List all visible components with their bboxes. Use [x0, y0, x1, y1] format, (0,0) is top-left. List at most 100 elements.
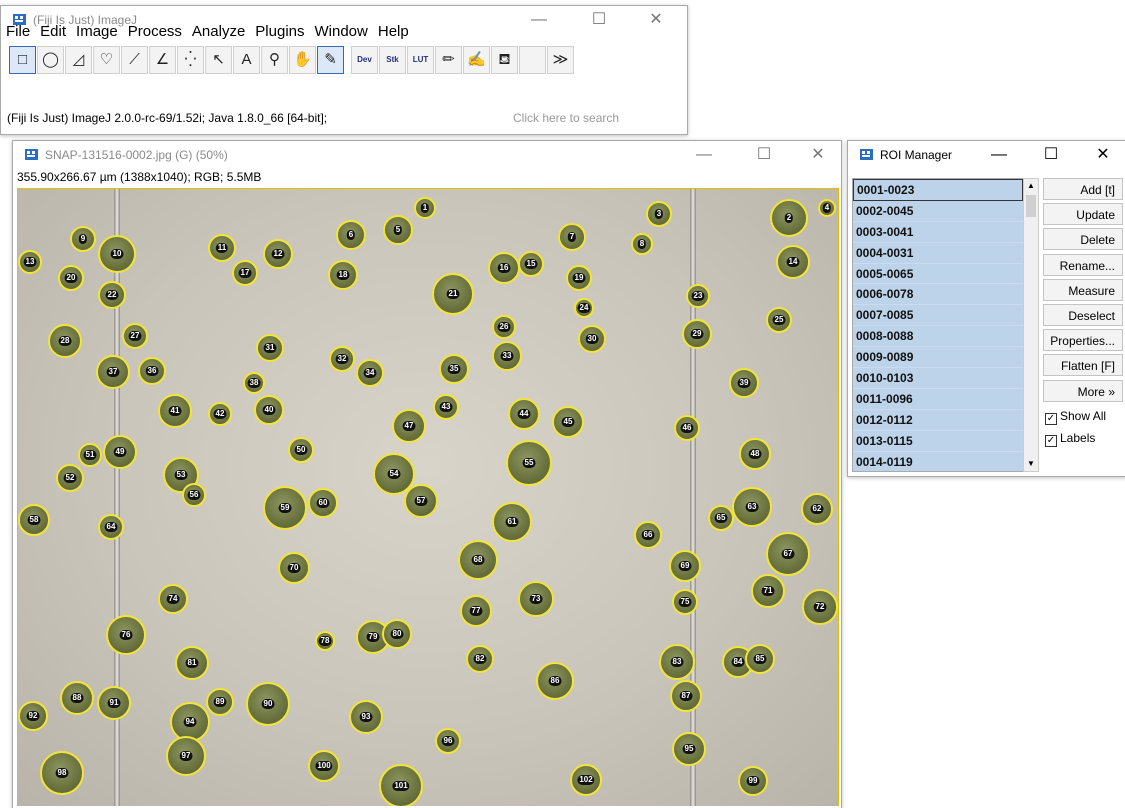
roi-cell[interactable]: 100 [308, 750, 340, 782]
roi-cell[interactable]: 26 [492, 315, 516, 339]
roi-list-item[interactable]: 0003-0041 [853, 221, 1023, 243]
color-picker-icon[interactable]: ✎ [317, 46, 344, 74]
roi-cell[interactable]: 88 [60, 681, 94, 715]
pencil-tool-icon[interactable]: ✏ [435, 46, 462, 74]
roi-cell[interactable]: 62 [801, 493, 833, 525]
roi-cell[interactable]: 1 [414, 197, 436, 219]
roi-cell[interactable]: 52 [56, 464, 84, 492]
rename-button[interactable]: Rename... [1043, 253, 1123, 276]
roi-list-item[interactable]: 0009-0089 [853, 347, 1023, 369]
rectangle-tool-icon[interactable]: □ [9, 46, 36, 74]
freehand-tool-icon[interactable]: ♡ [93, 46, 120, 74]
roi-cell[interactable]: 87 [670, 680, 702, 712]
wand-tool-icon[interactable]: ↖ [205, 46, 232, 74]
roi-cell[interactable]: 92 [18, 701, 48, 731]
roi-cell[interactable]: 30 [578, 325, 606, 353]
roi-cell[interactable]: 73 [518, 581, 554, 617]
roi-cell[interactable]: 25 [766, 307, 792, 333]
roi-cell[interactable]: 28 [48, 324, 82, 358]
roi-cell[interactable]: 41 [158, 394, 192, 428]
close-button[interactable]: ✕ [1080, 141, 1125, 169]
search-field[interactable]: Click here to search [513, 108, 673, 128]
angle-tool-icon[interactable]: ∠ [149, 46, 176, 74]
roi-cell[interactable]: 59 [263, 486, 307, 530]
menu-plugins[interactable]: Plugins [250, 21, 309, 43]
roi-cell[interactable]: 23 [686, 284, 710, 308]
properties-button[interactable]: Properties... [1043, 329, 1123, 352]
roi-cell[interactable]: 68 [458, 540, 498, 580]
roi-cell[interactable]: 35 [439, 354, 469, 384]
add-button[interactable]: Add [t] [1043, 178, 1123, 200]
roi-cell[interactable]: 99 [738, 766, 768, 796]
roi-cell[interactable]: 75 [672, 589, 698, 615]
roi-cell[interactable]: 24 [574, 298, 594, 318]
roi-cell[interactable]: 77 [460, 595, 492, 627]
roi-cell[interactable]: 47 [392, 409, 426, 443]
roi-cell[interactable]: 70 [278, 552, 310, 584]
roi-cell[interactable]: 97 [166, 736, 206, 776]
maximize-button[interactable]: ☐ [576, 6, 622, 34]
roi-cell[interactable]: 7 [558, 223, 586, 251]
roi-cell[interactable]: 34 [356, 359, 384, 387]
roi-list[interactable]: 0001-0023 0002-0045 0003-0041 0004-0031 0005… [852, 178, 1024, 472]
roi-cell[interactable]: 49 [103, 435, 137, 469]
hand-tool-icon[interactable]: ✋ [289, 46, 316, 74]
roi-cell[interactable]: 89 [206, 688, 234, 716]
close-button[interactable]: ✕ [633, 6, 679, 34]
roi-cell[interactable]: 31 [256, 334, 284, 362]
polygon-tool-icon[interactable]: ◿ [65, 46, 92, 74]
roi-cell[interactable]: 16 [488, 252, 520, 284]
image-canvas[interactable]: 1 2 3 4 5 6 7 8 9 10 11 12 13 14 15 16 17 18 19 20 21 22 23 24 2… [17, 188, 839, 806]
roi-cell[interactable]: 17 [232, 260, 258, 286]
roi-cell[interactable]: 4 [818, 199, 836, 217]
scroll-up-icon[interactable]: ▲ [1026, 181, 1036, 191]
roi-cell[interactable]: 44 [508, 398, 540, 430]
lut-menu-icon[interactable]: LUT [407, 46, 434, 74]
roi-cell[interactable]: 69 [669, 550, 701, 582]
minimize-button[interactable]: — [681, 141, 727, 169]
flood-fill-icon[interactable]: ⛾ [491, 46, 518, 74]
flatten-button[interactable]: Flatten [F] [1043, 354, 1123, 377]
image-titlebar[interactable]: SNAP-131516-0002.jpg (G) (50%) — ☐ ✕ [13, 141, 841, 169]
roi-cell[interactable]: 43 [433, 394, 459, 420]
stk-menu-icon[interactable]: Stk [379, 46, 406, 74]
roi-cell[interactable]: 19 [566, 265, 592, 291]
line-tool-icon[interactable]: ⟋ [121, 46, 148, 74]
more-tools-icon[interactable]: ≫ [547, 46, 574, 74]
roi-cell[interactable]: 91 [97, 686, 131, 720]
roi-cell[interactable]: 32 [329, 346, 355, 372]
roi-cell[interactable]: 13 [18, 250, 42, 274]
roi-cell[interactable]: 38 [243, 372, 265, 394]
roi-cell[interactable]: 72 [802, 589, 838, 625]
menu-process[interactable]: Process [123, 21, 187, 43]
roi-cell[interactable]: 21 [432, 273, 474, 315]
roi-cell[interactable]: 76 [106, 615, 146, 655]
roi-cell[interactable]: 85 [745, 644, 775, 674]
dev-menu-icon[interactable]: Dev [351, 46, 378, 74]
roi-cell[interactable]: 18 [328, 260, 358, 290]
roi-cell[interactable]: 12 [263, 239, 293, 269]
roi-cell[interactable]: 15 [518, 251, 544, 277]
roi-cell[interactable]: 50 [288, 437, 314, 463]
roi-list-item[interactable]: 0013-0115 [853, 430, 1023, 452]
roi-cell[interactable]: 67 [766, 532, 810, 576]
measure-button[interactable]: Measure [1043, 278, 1123, 301]
zoom-tool-icon[interactable]: ⚲ [261, 46, 288, 74]
roi-cell[interactable]: 55 [506, 440, 552, 486]
roi-cell[interactable]: 65 [708, 505, 734, 531]
roi-cell[interactable]: 57 [404, 484, 438, 518]
scroll-down-icon[interactable]: ▼ [1026, 459, 1036, 469]
roi-cell[interactable]: 71 [751, 574, 785, 608]
deselect-button[interactable]: Deselect [1043, 303, 1123, 326]
roi-cell[interactable]: 95 [672, 732, 706, 766]
roi-cell[interactable]: 36 [138, 357, 166, 385]
roi-cell[interactable]: 81 [175, 646, 209, 680]
roi-cell[interactable]: 61 [492, 502, 532, 542]
roi-cell[interactable]: 56 [182, 483, 206, 507]
roi-list-item[interactable]: 0006-0078 [853, 284, 1023, 306]
roi-cell[interactable]: 10 [98, 235, 136, 273]
roi-list-item[interactable]: 0011-0096 [853, 388, 1023, 410]
menu-window[interactable]: Window [310, 21, 373, 43]
roi-cell[interactable]: 80 [382, 619, 412, 649]
close-button[interactable]: ✕ [795, 141, 841, 169]
